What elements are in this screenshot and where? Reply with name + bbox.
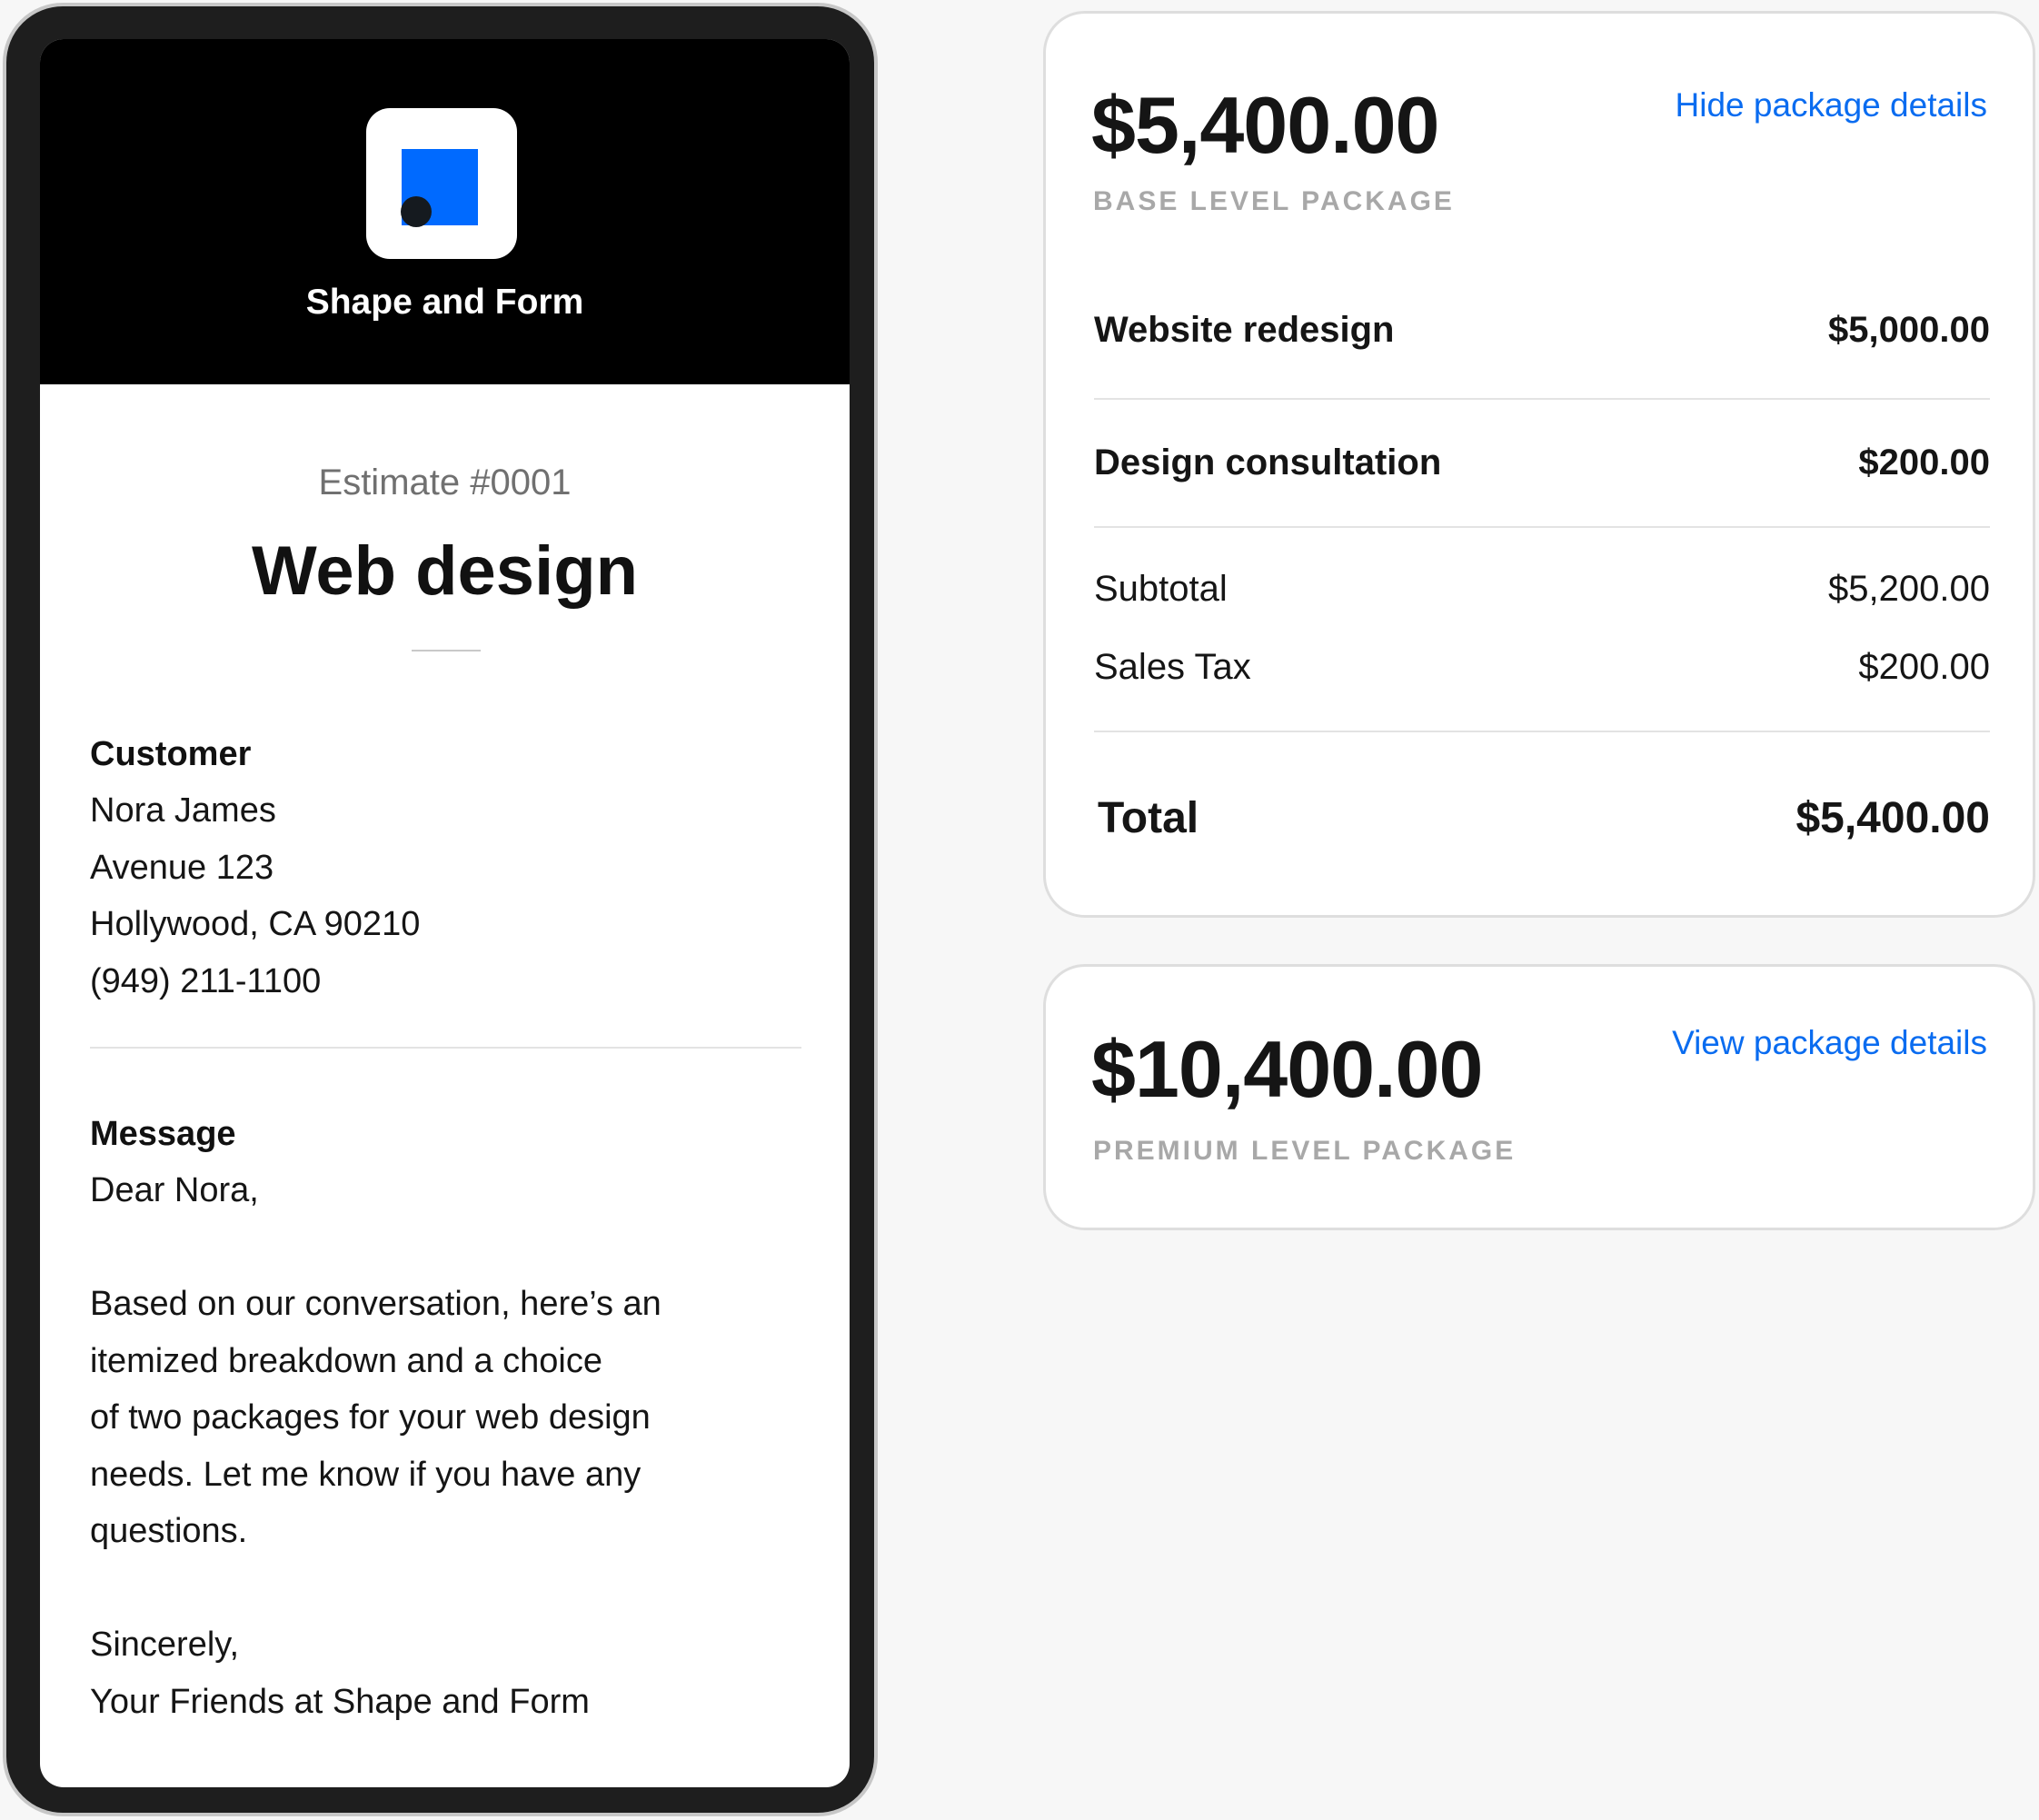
subtotal-row: Subtotal $5,200.00 (1094, 569, 1990, 610)
divider (1094, 731, 1990, 732)
message-line: needs. Let me know if you have any (90, 1456, 642, 1494)
line-item: Website redesign $5,000.00 (1094, 310, 1990, 351)
base-package-card: $5,400.00 BASE LEVEL PACKAGE Hide packag… (1043, 11, 2035, 918)
sales-tax-amount: $200.00 (1858, 647, 1990, 687)
subtotal-label: Subtotal (1094, 569, 1228, 609)
view-package-details-link[interactable]: View package details (1672, 1024, 1987, 1062)
logo-dot (401, 196, 432, 227)
customer-phone: (949) 211-1100 (90, 962, 322, 1000)
customer-city: Hollywood, CA 90210 (90, 905, 421, 943)
estimate-screen: Shape and Form Estimate #0001 Web design… (40, 39, 850, 1787)
message-line: Based on our conversation, here’s an (90, 1285, 661, 1323)
customer-street: Avenue 123 (90, 849, 274, 887)
customer-name: Nora James (90, 791, 276, 830)
phone-frame: Shape and Form Estimate #0001 Web design… (3, 3, 878, 1816)
line-item-name: Website redesign (1094, 310, 1395, 350)
message-signoff: Sincerely, (90, 1626, 240, 1664)
total-amount: $5,400.00 (1795, 794, 1990, 842)
sales-tax-row: Sales Tax $200.00 (1094, 647, 1990, 688)
shape-and-form-logo-icon (366, 108, 517, 259)
line-item-amount: $200.00 (1858, 443, 1990, 482)
package-level: PREMIUM LEVEL PACKAGE (1093, 1136, 1517, 1166)
line-item: Design consultation $200.00 (1094, 443, 1990, 483)
total-label: Total (1098, 794, 1199, 842)
line-item-name: Design consultation (1094, 443, 1442, 482)
customer-heading: Customer (90, 735, 252, 773)
subtotal-amount: $5,200.00 (1828, 569, 1990, 609)
total-row: Total $5,400.00 (1094, 793, 1990, 843)
sales-tax-label: Sales Tax (1094, 647, 1251, 687)
message-line: itemized breakdown and a choice (90, 1342, 603, 1380)
message-signature: Your Friends at Shape and Form (90, 1683, 590, 1721)
premium-package-card: $10,400.00 PREMIUM LEVEL PACKAGE View pa… (1043, 964, 2035, 1230)
divider (1094, 398, 1990, 400)
estimate-number: Estimate #0001 (318, 462, 572, 502)
package-price: $10,400.00 (1091, 1024, 1483, 1114)
package-price: $5,400.00 (1091, 80, 1439, 170)
brand-header: Shape and Form (40, 39, 850, 384)
message-line: questions. (90, 1512, 248, 1550)
brand-name: Shape and Form (305, 283, 584, 322)
divider (1094, 526, 1990, 528)
package-level: BASE LEVEL PACKAGE (1093, 186, 1455, 216)
hide-package-details-link[interactable]: Hide package details (1676, 86, 1988, 124)
estimate-title: Web design (251, 532, 639, 610)
message-line: of two packages for your web design (90, 1398, 651, 1437)
divider (90, 1047, 801, 1049)
message-line: Dear Nora, (90, 1171, 259, 1209)
divider (412, 650, 481, 651)
line-item-amount: $5,000.00 (1828, 310, 1990, 350)
message-heading: Message (90, 1115, 236, 1153)
